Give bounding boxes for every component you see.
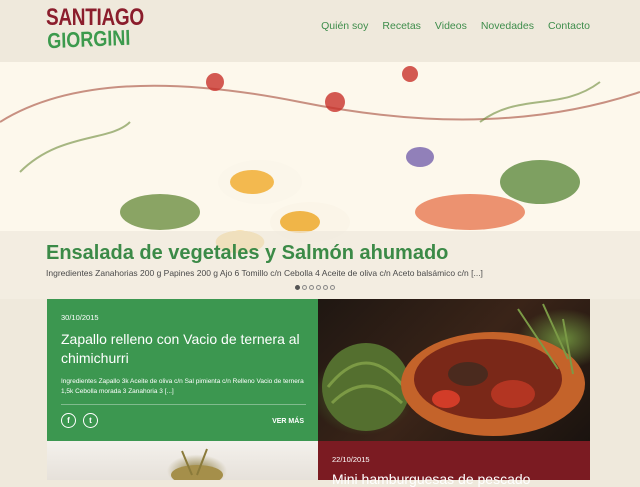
nav-item-quien-soy[interactable]: Quién soy bbox=[321, 20, 368, 32]
stuffed-squash-illustration bbox=[322, 303, 585, 436]
post-title[interactable]: Zapallo relleno con Vacio de ternera al … bbox=[61, 330, 301, 368]
post-date: 22/10/2015 bbox=[332, 455, 370, 464]
post-excerpt: Ingredientes Zapallo 3k Aceite de oliva … bbox=[61, 378, 304, 395]
post-image-hamburguesas[interactable] bbox=[47, 441, 318, 480]
main-nav: Quién soy Recetas Videos Novedades Conta… bbox=[321, 20, 590, 32]
nav-item-recetas[interactable]: Recetas bbox=[382, 20, 421, 32]
slider-dot[interactable] bbox=[295, 285, 300, 290]
nav-item-novedades[interactable]: Novedades bbox=[481, 20, 534, 32]
slider-dot[interactable] bbox=[330, 285, 335, 290]
slider-dot[interactable] bbox=[302, 285, 307, 290]
logo-line2: GIORGINI bbox=[47, 25, 131, 53]
post-image-zapallo[interactable] bbox=[318, 299, 590, 441]
post-date: 30/10/2015 bbox=[61, 313, 99, 322]
site-header: SANTIAGO GIORGINI Quién soy Recetas Vide… bbox=[0, 0, 640, 62]
nav-item-videos[interactable]: Videos bbox=[435, 20, 467, 32]
facebook-share-icon[interactable]: f bbox=[61, 413, 76, 428]
read-more-link[interactable]: VER MÁS bbox=[272, 418, 304, 425]
post-card-hamburguesas: 22/10/2015 Mini hamburguesas de pescado bbox=[318, 441, 590, 487]
fish-burger-illustration bbox=[171, 448, 223, 480]
post-card-zapallo: 30/10/2015 Zapallo relleno con Vacio de … bbox=[47, 299, 318, 441]
slider-dot[interactable] bbox=[323, 285, 328, 290]
post-divider bbox=[61, 404, 306, 405]
hero-slider[interactable]: Ensalada de vegetales y Salmón ahumado I… bbox=[0, 62, 640, 299]
post-title[interactable]: Mini hamburguesas de pescado bbox=[332, 471, 530, 487]
nav-item-contacto[interactable]: Contacto bbox=[548, 20, 590, 32]
hero-title[interactable]: Ensalada de vegetales y Salmón ahumado bbox=[46, 242, 448, 265]
slider-dot[interactable] bbox=[309, 285, 314, 290]
slider-dot[interactable] bbox=[316, 285, 321, 290]
slider-dots bbox=[295, 285, 335, 290]
twitter-share-icon[interactable]: t bbox=[83, 413, 98, 428]
site-logo[interactable]: SANTIAGO GIORGINI bbox=[46, 5, 144, 53]
hero-excerpt: Ingredientes Zanahorias 200 g Papines 20… bbox=[46, 268, 483, 278]
